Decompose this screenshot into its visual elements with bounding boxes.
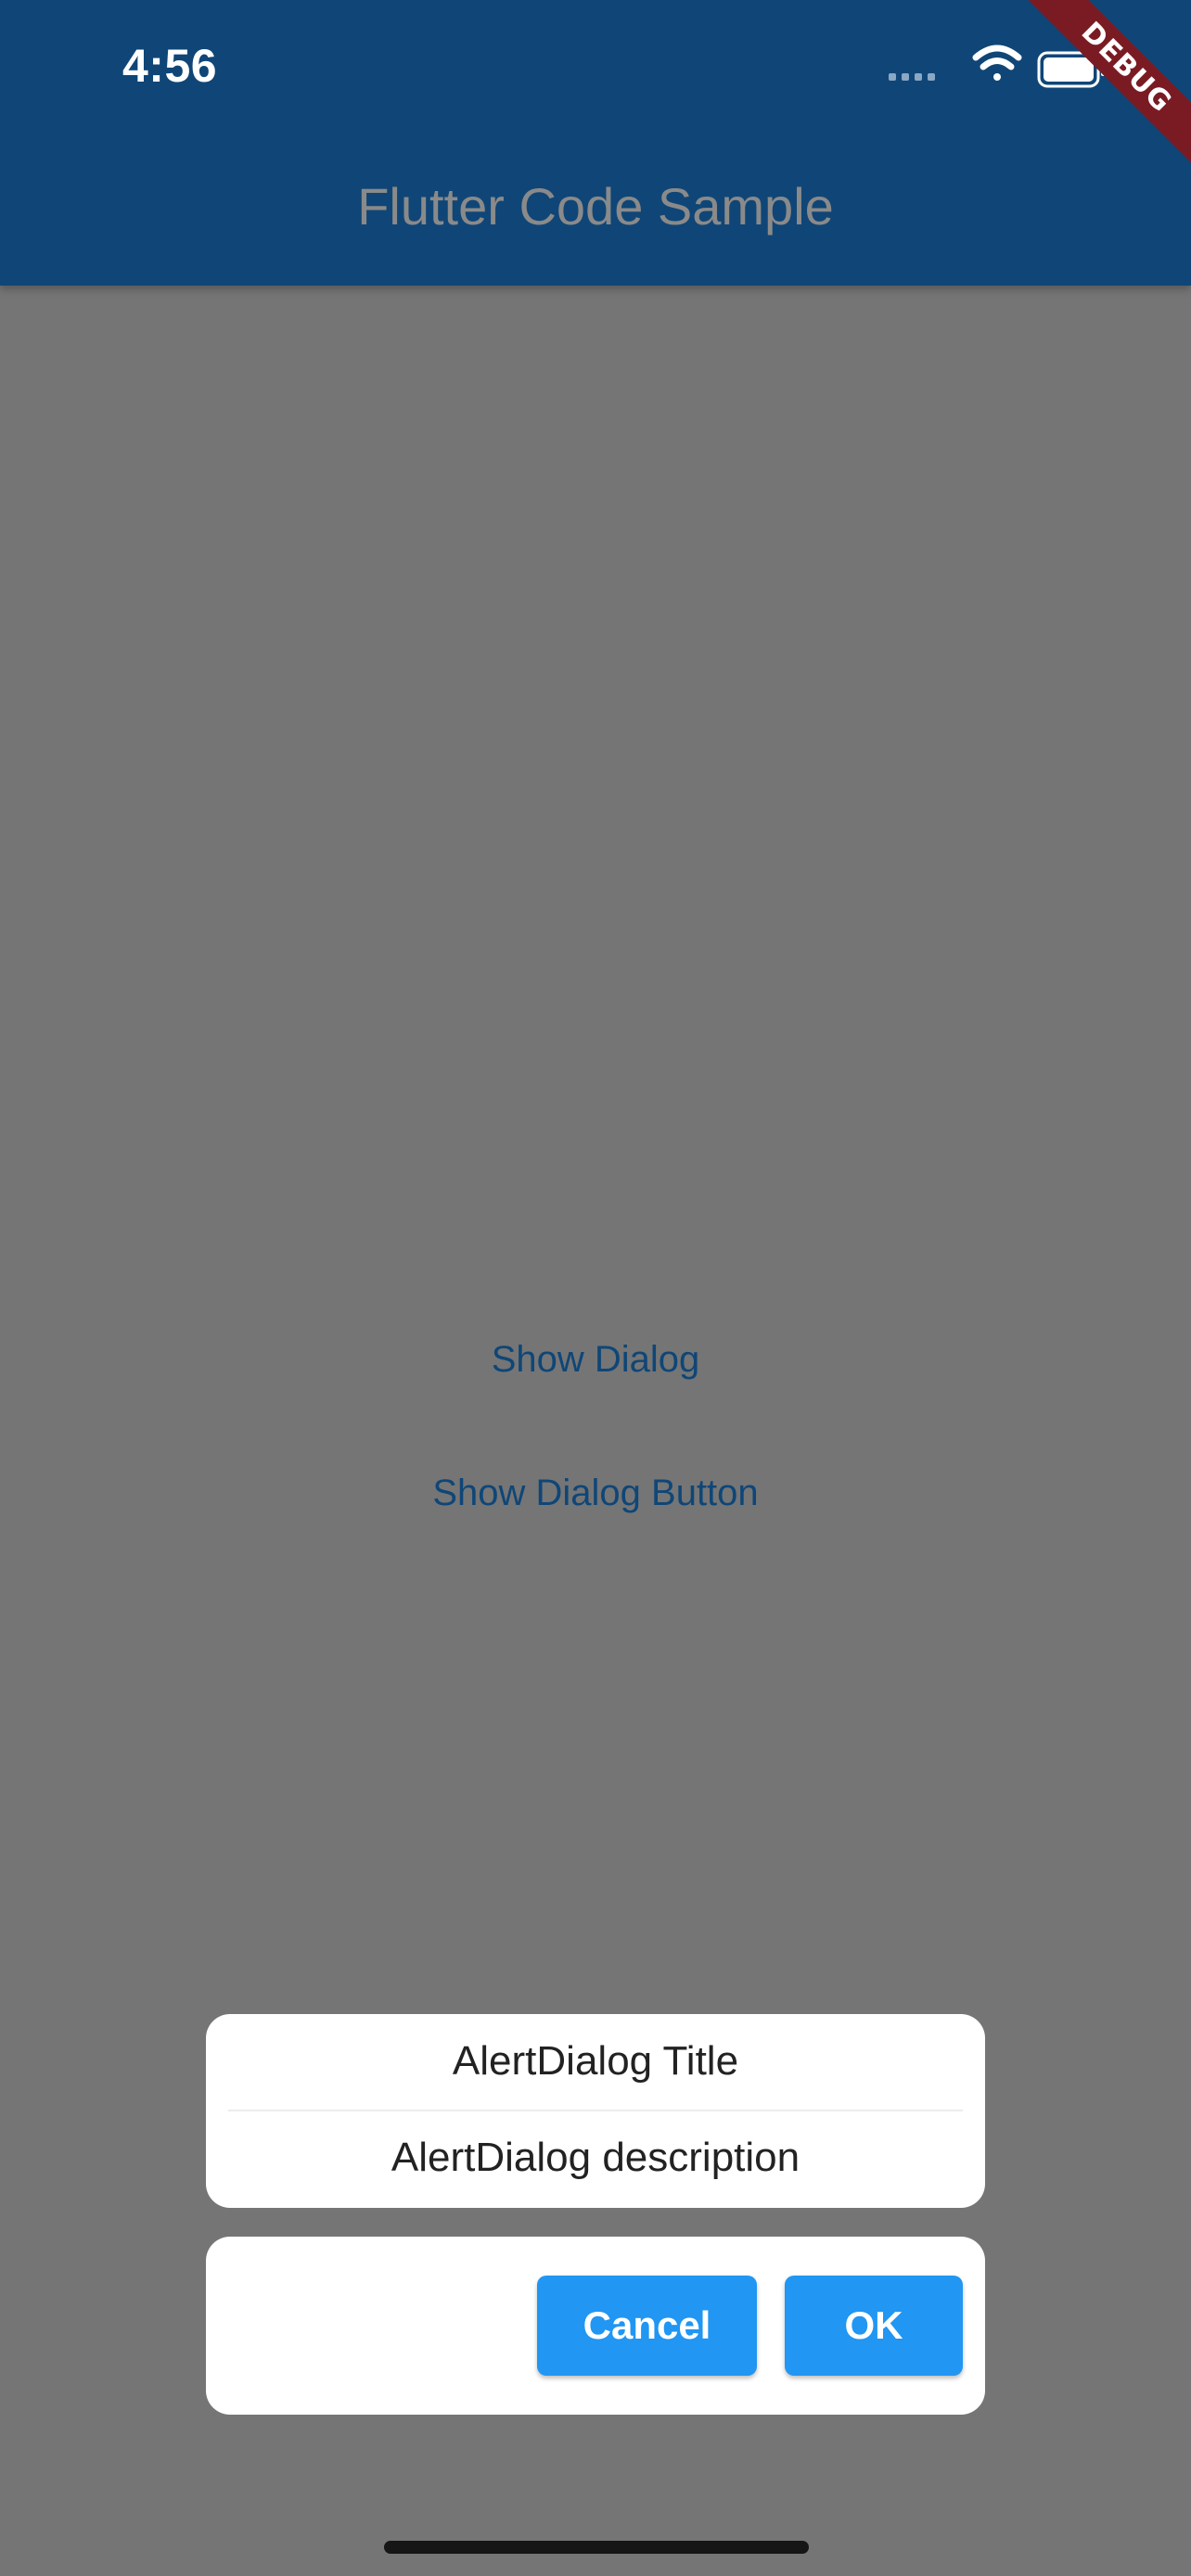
app-bar: 4:56 Flutter Code Sample DEBUG	[0, 0, 1191, 286]
cellular-signal-icon	[889, 73, 935, 81]
alert-dialog-title: AlertDialog Title	[452, 2038, 739, 2084]
show-dialog-button-button[interactable]: Show Dialog Button	[0, 1473, 1191, 1514]
home-indicator[interactable]	[384, 2541, 809, 2554]
status-icons	[889, 45, 1106, 88]
ok-button[interactable]: OK	[785, 2276, 963, 2376]
wifi-icon	[972, 45, 1022, 81]
status-time: 4:56	[122, 40, 218, 92]
alert-dialog-actions: Cancel OK	[206, 2237, 985, 2415]
battery-icon	[1037, 51, 1106, 88]
dialog-divider	[228, 2110, 963, 2111]
show-dialog-button[interactable]: Show Dialog	[0, 1339, 1191, 1381]
app-bar-title: Flutter Code Sample	[357, 177, 834, 236]
alert-dialog-content: AlertDialog Title AlertDialog descriptio…	[206, 2014, 985, 2208]
cancel-button[interactable]: Cancel	[537, 2276, 757, 2376]
alert-dialog-description: AlertDialog description	[391, 2135, 800, 2180]
